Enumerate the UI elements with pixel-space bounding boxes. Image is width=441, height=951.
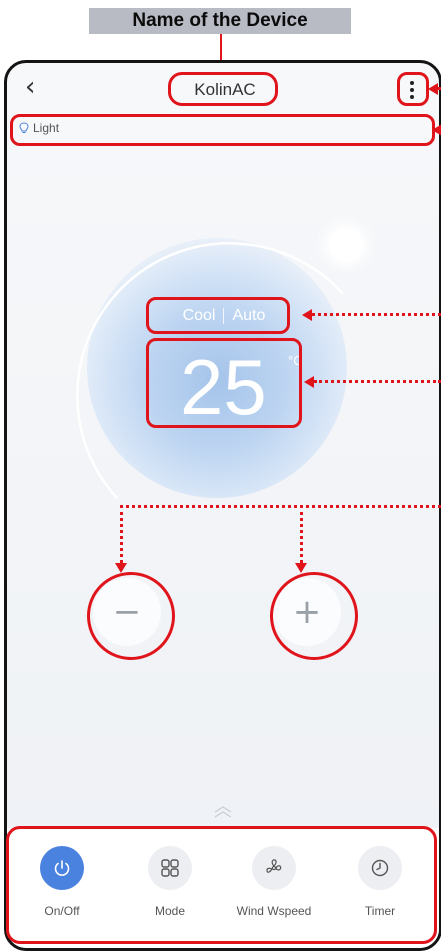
annotation-circle-plus: [270, 572, 358, 660]
annotation-line-minus: [120, 505, 123, 563]
annotation-connector: [220, 34, 222, 62]
annotation-caption: Name of the Device: [89, 8, 351, 34]
chevron-up-icon[interactable]: [213, 805, 233, 819]
annotation-line-plus: [300, 505, 303, 563]
annotation-arrow-light: [432, 124, 441, 136]
annotation-box-menu: [397, 72, 429, 106]
annotation-box-light: [10, 114, 435, 146]
back-icon[interactable]: ‹: [25, 74, 35, 100]
annotation-arrow-plus: [295, 563, 307, 573]
annotation-line-mode: [312, 313, 441, 316]
annotation-arrow-menu: [428, 83, 438, 95]
annotation-arrow-temperature: [304, 376, 314, 388]
annotation-box-temperature: [146, 338, 302, 428]
annotation-circle-minus: [87, 572, 175, 660]
annotation-arrow-mode: [302, 309, 312, 321]
annotation-box-mode: [146, 297, 290, 334]
annotation-line-temperature: [314, 380, 441, 383]
annotation-box-title: [168, 72, 278, 106]
annotation-box-bottom-bar: [6, 826, 437, 944]
annotation-line-controls: [120, 505, 441, 508]
dial-handle[interactable]: [329, 228, 363, 262]
